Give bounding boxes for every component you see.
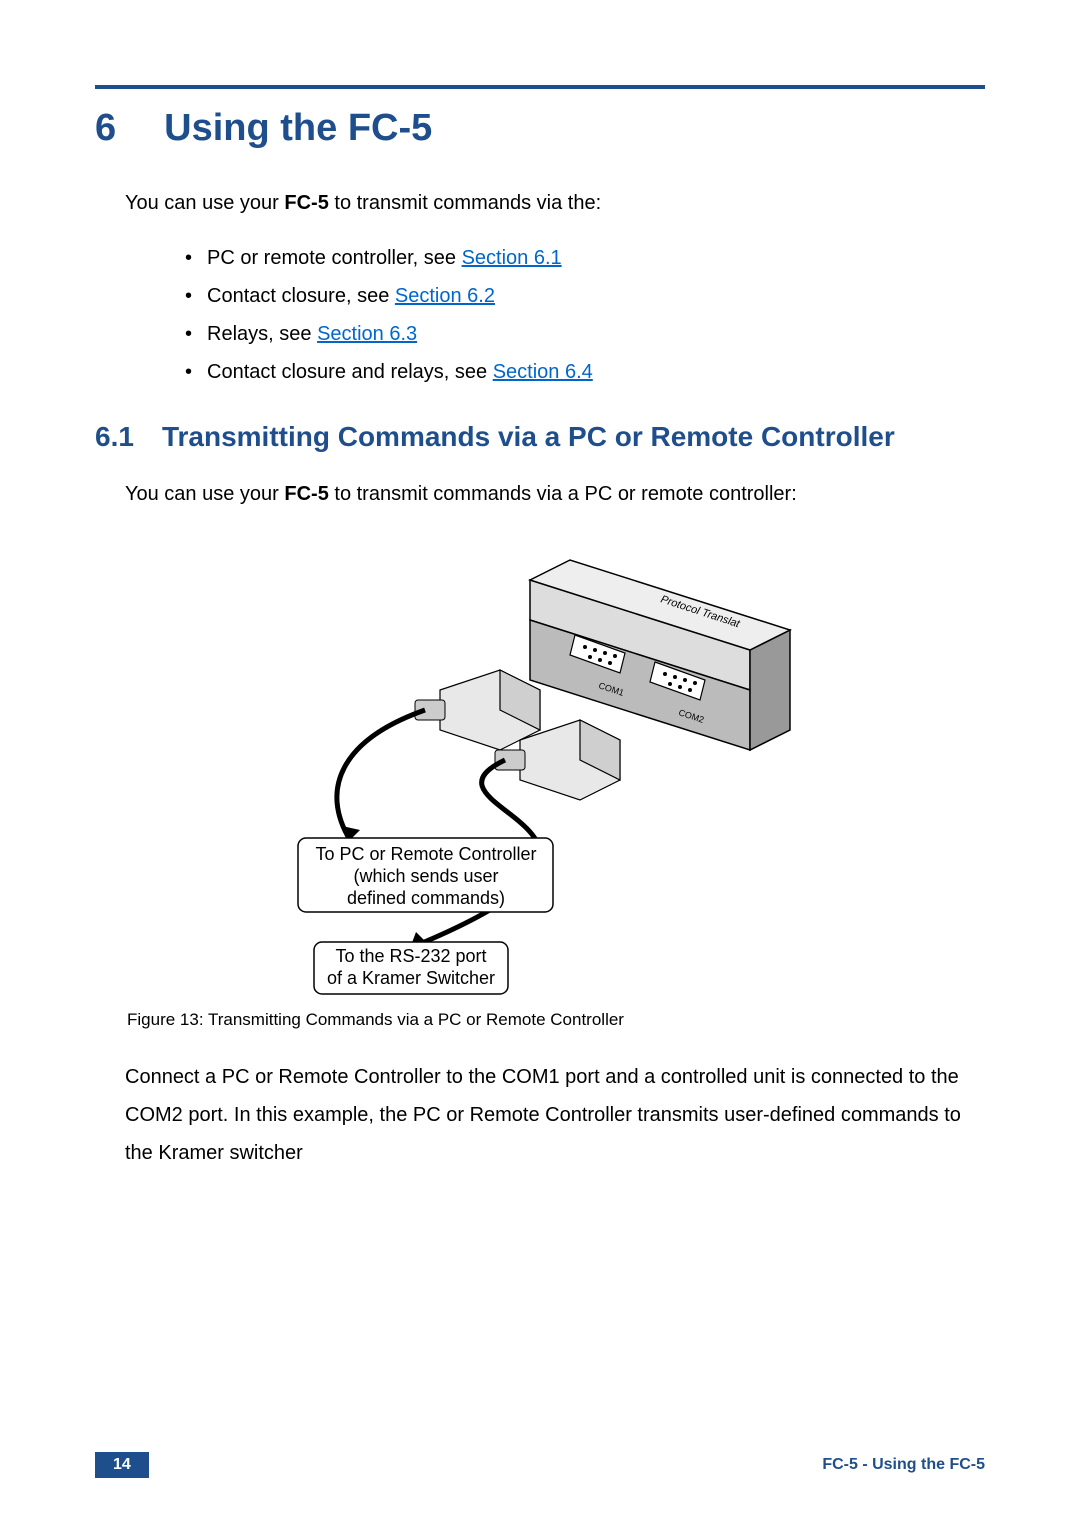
- subsection-title: Transmitting Commands via a PC or Remote…: [162, 421, 895, 453]
- page-number-badge: 14: [95, 1452, 149, 1478]
- intro-suffix: to transmit commands via the:: [329, 192, 601, 214]
- list-item: PC or remote controller, see Section 6.1: [185, 239, 985, 277]
- subsection-heading: 6.1 Transmitting Commands via a PC or Re…: [95, 421, 985, 453]
- intro-bold: FC-5: [284, 483, 328, 505]
- callout1-line2: (which sends user: [353, 866, 498, 886]
- figure-diagram: Protocol Translat COM1 COM2: [280, 530, 800, 1000]
- callout-box-2: To the RS-232 port of a Kramer Switcher: [314, 942, 508, 994]
- section-rule: [95, 85, 985, 89]
- page: 6 Using the FC-5 You can use your FC-5 t…: [0, 0, 1080, 1533]
- callout1-line1: To PC or Remote Controller: [315, 844, 536, 864]
- bullet-text: Contact closure and relays, see: [207, 361, 493, 383]
- subsection-intro: You can use your FC-5 to transmit comman…: [125, 479, 985, 510]
- section-link[interactable]: Section 6.1: [462, 247, 562, 269]
- callout2-line1: To the RS-232 port: [335, 946, 486, 966]
- list-item: Contact closure and relays, see Section …: [185, 353, 985, 391]
- bullet-list: PC or remote controller, see Section 6.1…: [185, 239, 985, 391]
- callout1-line3: defined commands): [347, 888, 505, 908]
- page-footer: 14 FC-5 - Using the FC-5: [95, 1452, 985, 1478]
- footer-right-text: FC-5 - Using the FC-5: [822, 1456, 985, 1474]
- callout2-line2: of a Kramer Switcher: [327, 968, 495, 988]
- intro-prefix: You can use your: [125, 483, 284, 505]
- figure-container: Protocol Translat COM1 COM2: [95, 530, 985, 1000]
- section-number: 6: [95, 107, 116, 150]
- intro-bold: FC-5: [284, 192, 328, 214]
- intro-suffix: to transmit commands via a PC or remote …: [329, 483, 797, 505]
- subsection-number: 6.1: [95, 421, 134, 453]
- section-intro: You can use your FC-5 to transmit comman…: [125, 188, 985, 219]
- bullet-text: PC or remote controller, see: [207, 247, 462, 269]
- section-link[interactable]: Section 6.3: [317, 323, 417, 345]
- bullet-text: Relays, see: [207, 323, 317, 345]
- section-title: Using the FC-5: [164, 107, 432, 150]
- list-item: Contact closure, see Section 6.2: [185, 277, 985, 315]
- callout-box-1: To PC or Remote Controller (which sends …: [298, 838, 553, 912]
- list-item: Relays, see Section 6.3: [185, 315, 985, 353]
- figure-caption: Figure 13: Transmitting Commands via a P…: [127, 1010, 985, 1030]
- section-link[interactable]: Section 6.4: [493, 361, 593, 383]
- section-link[interactable]: Section 6.2: [395, 285, 495, 307]
- body-paragraph: Connect a PC or Remote Controller to the…: [125, 1058, 985, 1172]
- bullet-text: Contact closure, see: [207, 285, 395, 307]
- intro-prefix: You can use your: [125, 192, 284, 214]
- section-heading: 6 Using the FC-5: [95, 107, 985, 150]
